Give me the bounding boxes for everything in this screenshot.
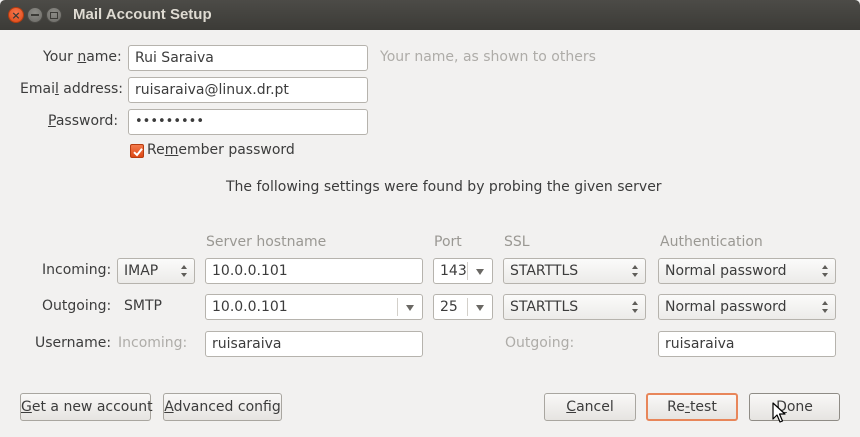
maximize-icon	[50, 11, 58, 19]
close-window-button[interactable]: ×	[8, 7, 24, 23]
username-label: Username:	[35, 335, 112, 351]
incoming-auth-value: Normal password	[665, 263, 787, 279]
server-hostname-header: Server hostname	[206, 234, 327, 250]
incoming-protocol-select[interactable]: IMAP	[117, 258, 195, 284]
email-address-input[interactable]: ruisaraiva@linux.dr.pt	[128, 77, 368, 103]
outgoing-ssl-value: STARTTLS	[510, 299, 579, 315]
retest-button[interactable]: Re-test	[646, 393, 738, 421]
remember-password-checkbox[interactable]	[130, 144, 144, 158]
password-input[interactable]: •••••••••	[128, 109, 368, 135]
outgoing-hostname-value: 10.0.0.101	[212, 299, 288, 315]
chevron-down-icon	[476, 269, 484, 275]
chevron-down-icon	[476, 305, 484, 311]
incoming-username-input[interactable]: ruisaraiva	[205, 331, 423, 357]
ssl-header: SSL	[504, 234, 530, 250]
done-button[interactable]: Done	[749, 393, 840, 421]
get-new-account-button[interactable]: Get a new account	[20, 393, 153, 421]
outgoing-port-value: 25	[440, 299, 458, 315]
updown-arrows-icon	[822, 300, 830, 314]
updown-arrows-icon	[181, 264, 189, 278]
probe-status-message: The following settings were found by pro…	[226, 179, 662, 195]
password-label: Password:	[48, 113, 119, 129]
your-name-input[interactable]: Rui Saraiva	[128, 45, 368, 71]
combo-separator	[397, 298, 398, 316]
outgoing-auth-select[interactable]: Normal password	[658, 294, 836, 320]
outgoing-auth-value: Normal password	[665, 299, 787, 315]
outgoing-username-input[interactable]: ruisaraiva	[658, 331, 836, 357]
chevron-down-icon	[406, 305, 414, 311]
incoming-protocol-value: IMAP	[124, 263, 159, 279]
incoming-ssl-value: STARTTLS	[510, 263, 579, 279]
cancel-button[interactable]: Cancel	[544, 393, 636, 421]
remember-password-label[interactable]: Remember password	[147, 142, 295, 158]
username-incoming-label: Incoming:	[118, 335, 188, 351]
updown-arrows-icon	[822, 264, 830, 278]
incoming-label: Incoming:	[42, 262, 112, 278]
your-name-hint: Your name, as shown to others	[380, 49, 596, 65]
combo-separator	[467, 298, 468, 316]
updown-arrows-icon	[632, 264, 640, 278]
title-bar: × Mail Account Setup	[0, 0, 860, 30]
window-title: Mail Account Setup	[73, 6, 212, 23]
outgoing-port-combo[interactable]: 25	[433, 294, 493, 320]
minimize-window-button[interactable]	[27, 7, 43, 23]
checkmark-icon	[133, 148, 143, 157]
authentication-header: Authentication	[660, 234, 763, 250]
advanced-config-button[interactable]: Advanced config	[163, 393, 282, 421]
incoming-ssl-select[interactable]: STARTTLS	[503, 258, 646, 284]
port-header: Port	[434, 234, 462, 250]
outgoing-label: Outgoing:	[42, 298, 112, 314]
outgoing-ssl-select[interactable]: STARTTLS	[503, 294, 646, 320]
incoming-port-value: 143	[440, 263, 467, 279]
updown-arrows-icon	[632, 300, 640, 314]
incoming-auth-select[interactable]: Normal password	[658, 258, 836, 284]
combo-separator	[467, 262, 468, 280]
mouse-pointer-icon	[772, 402, 786, 423]
incoming-port-combo[interactable]: 143	[433, 258, 493, 284]
outgoing-protocol: SMTP	[124, 298, 162, 314]
incoming-hostname-input[interactable]: 10.0.0.101	[205, 258, 423, 284]
maximize-window-button[interactable]	[46, 7, 62, 23]
outgoing-hostname-combo[interactable]: 10.0.0.101	[205, 294, 423, 320]
your-name-label: Your name:	[43, 49, 122, 65]
minimize-icon	[31, 14, 39, 16]
close-icon: ×	[11, 8, 21, 22]
email-address-label: Email address:	[20, 81, 124, 97]
username-outgoing-label: Outgoing:	[505, 335, 575, 351]
